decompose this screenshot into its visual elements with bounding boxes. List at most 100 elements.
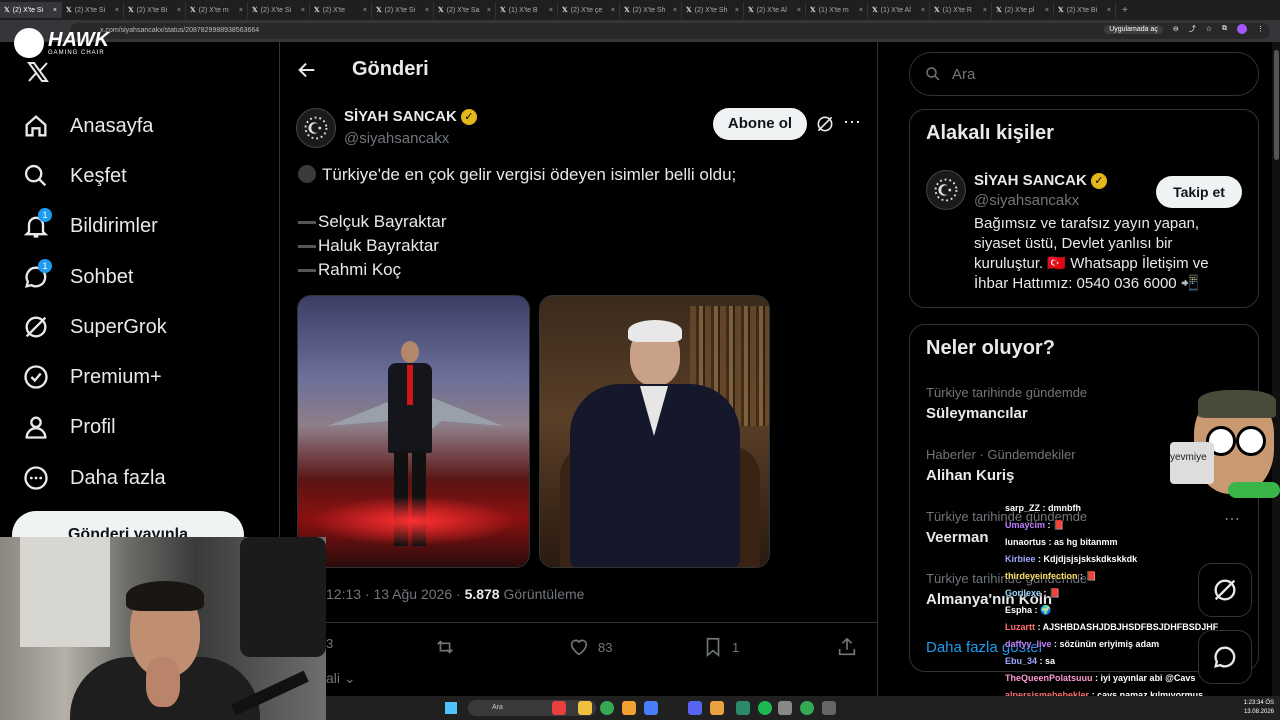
bookmark-action[interactable]: 1 xyxy=(702,636,739,658)
taskbar-app-7[interactable] xyxy=(778,701,792,715)
nav-item-sohbet[interactable]: Sohbet 1 xyxy=(22,257,133,297)
nav-item-anasayfa[interactable]: Anasayfa xyxy=(22,106,153,146)
browser-tab[interactable]: 𝕏 (2) X'te Bi × xyxy=(124,2,186,18)
close-tab-icon[interactable]: × xyxy=(797,7,801,14)
taskbar-search[interactable]: Ara xyxy=(468,700,596,716)
trend-name[interactable]: Alihan Kuriş xyxy=(926,467,1014,484)
nav-item-premium[interactable]: Premium+ xyxy=(22,357,162,397)
close-tab-icon[interactable]: × xyxy=(859,7,863,14)
taskbar-app-5[interactable] xyxy=(710,701,724,715)
close-tab-icon[interactable]: × xyxy=(1045,7,1049,14)
browser-tab[interactable]: 𝕏 (1) X'te R × xyxy=(930,2,992,18)
share-icon[interactable]: ⤴ xyxy=(1189,24,1196,34)
author-avatar[interactable] xyxy=(296,108,336,148)
profile-avatar[interactable] xyxy=(1237,24,1247,34)
close-tab-icon[interactable]: × xyxy=(549,7,553,14)
nav-item-profil[interactable]: Profil xyxy=(22,407,116,447)
share-action[interactable] xyxy=(836,636,858,658)
taskbar-app-6[interactable] xyxy=(736,701,750,715)
streamer-sticker: yevmiye xyxy=(1170,390,1280,502)
browser-tab[interactable]: 𝕏 (2) X'te Sa × xyxy=(434,2,496,18)
taskbar-app-2[interactable] xyxy=(578,701,592,715)
nav-item-supergrok[interactable]: SuperGrok xyxy=(22,307,167,347)
nav-item-bildirimler[interactable]: Bildirimler 1 xyxy=(22,206,158,246)
open-in-app-button[interactable]: Uygulamada aç xyxy=(1104,24,1163,34)
nav-item-ke-fet[interactable]: Keşfet xyxy=(22,156,127,196)
author-name[interactable]: SİYAH SANCAK xyxy=(344,108,457,125)
browser-tab[interactable]: 𝕏 (2) X'te Si × xyxy=(62,2,124,18)
windows-start-icon[interactable] xyxy=(445,702,457,714)
nav-item-daha-fazla[interactable]: Daha fazla xyxy=(22,458,166,498)
x-logo-icon[interactable] xyxy=(26,60,50,84)
close-tab-icon[interactable]: × xyxy=(177,7,181,14)
author-handle[interactable]: @siyahsancakx xyxy=(344,130,449,147)
subscribe-button[interactable]: Abone ol xyxy=(713,108,807,140)
browser-tab[interactable]: 𝕏 (2) X'te Si × xyxy=(0,2,62,18)
grok-icon xyxy=(25,316,47,338)
search-input[interactable]: Ara xyxy=(909,52,1259,96)
trend-name[interactable]: Süleymancılar xyxy=(926,405,1028,422)
close-tab-icon[interactable]: × xyxy=(1107,7,1111,14)
trend-name[interactable]: Veerman xyxy=(926,529,989,546)
nav-item-label: Anasayfa xyxy=(70,114,154,137)
taskbar-discord-icon[interactable] xyxy=(688,701,702,715)
browser-tab[interactable]: 𝕏 (2) X'te Si × xyxy=(248,2,310,18)
close-tab-icon[interactable]: × xyxy=(115,7,119,14)
browser-tab[interactable]: 𝕏 (1) X'te m × xyxy=(806,2,868,18)
grok-icon[interactable] xyxy=(815,114,835,134)
taskbar-app-1[interactable] xyxy=(552,701,566,715)
related-name[interactable]: SİYAH SANCAK xyxy=(974,172,1087,189)
browser-tab[interactable]: 𝕏 (1) X'te B × xyxy=(496,2,558,18)
close-tab-icon[interactable]: × xyxy=(983,7,987,14)
follow-button[interactable]: Takip et xyxy=(1156,176,1242,208)
like-action[interactable]: 83 xyxy=(568,636,612,658)
browser-tab[interactable]: 𝕏 (2) X'te Sh × xyxy=(620,2,682,18)
more-options-icon[interactable]: ⋯ xyxy=(843,112,861,133)
browser-tab[interactable]: 𝕏 (2) X'te çe × xyxy=(558,2,620,18)
zoom-icon[interactable]: ⊖ xyxy=(1173,25,1179,33)
browser-tab[interactable]: 𝕏 (2) X'te Al × xyxy=(744,2,806,18)
x-favicon-icon: 𝕏 xyxy=(128,7,134,14)
taskbar-chrome-icon[interactable] xyxy=(600,701,614,715)
browser-tab[interactable]: 𝕏 (2) X'te × xyxy=(310,2,372,18)
new-tab-icon[interactable]: + xyxy=(1116,5,1128,16)
close-tab-icon[interactable]: × xyxy=(239,7,243,14)
related-avatar[interactable] xyxy=(926,170,966,210)
close-tab-icon[interactable]: × xyxy=(735,7,739,14)
close-tab-icon[interactable]: × xyxy=(363,7,367,14)
browser-tab[interactable]: 𝕏 (2) X'te Si × xyxy=(372,2,434,18)
close-tab-icon[interactable]: × xyxy=(611,7,615,14)
tweet-photo-1[interactable] xyxy=(297,295,530,568)
tweet-photo-2[interactable] xyxy=(539,295,770,568)
back-arrow-icon[interactable] xyxy=(296,59,318,81)
taskbar-app-3[interactable] xyxy=(622,701,636,715)
tweet-timestamp[interactable]: 12:13 · 13 Ağu 2026 · xyxy=(326,586,465,602)
browser-tab[interactable]: 𝕏 (2) X'te pl × xyxy=(992,2,1054,18)
extensions-icon[interactable]: ⧉ xyxy=(1222,25,1227,33)
address-bar[interactable]: x.com/siyahsancakx/status/20878299889385… xyxy=(70,23,1270,39)
browser-tab[interactable]: 𝕏 (1) X'te Al × xyxy=(868,2,930,18)
close-tab-icon[interactable]: × xyxy=(921,7,925,14)
taskbar-app-8[interactable] xyxy=(800,701,814,715)
chat-message: TheQueenPolatsuuu : iyi yayınlar abi @Ca… xyxy=(1005,670,1275,687)
close-tab-icon[interactable]: × xyxy=(425,7,429,14)
browser-tab[interactable]: 𝕏 (2) X'te Sh × xyxy=(682,2,744,18)
taskbar-app-4[interactable] xyxy=(644,701,658,715)
reply-sort-label[interactable]: ali ⌄ xyxy=(326,670,356,687)
close-tab-icon[interactable]: × xyxy=(487,7,491,14)
scrollbar-thumb[interactable] xyxy=(1274,50,1279,160)
browser-tab[interactable]: 𝕏 (2) X'te m × xyxy=(186,2,248,18)
star-icon[interactable]: ☆ xyxy=(1206,25,1212,33)
close-tab-icon[interactable]: × xyxy=(673,7,677,14)
taskbar-app-9[interactable] xyxy=(822,701,836,715)
tab-title: (2) X'te Al xyxy=(756,6,787,14)
close-tab-icon[interactable]: × xyxy=(301,7,305,14)
repost-action[interactable] xyxy=(434,636,456,658)
taskbar-time: 1:23:34 ÖS xyxy=(1243,700,1274,706)
reply-action[interactable]: 3 xyxy=(326,636,333,651)
close-tab-icon[interactable]: × xyxy=(53,7,57,14)
menu-dots-icon[interactable]: ⋮ xyxy=(1257,25,1264,33)
related-handle[interactable]: @siyahsancakx xyxy=(974,192,1079,209)
taskbar-spotify-icon[interactable] xyxy=(758,701,772,715)
browser-tab[interactable]: 𝕏 (2) X'te Bi × xyxy=(1054,2,1116,18)
